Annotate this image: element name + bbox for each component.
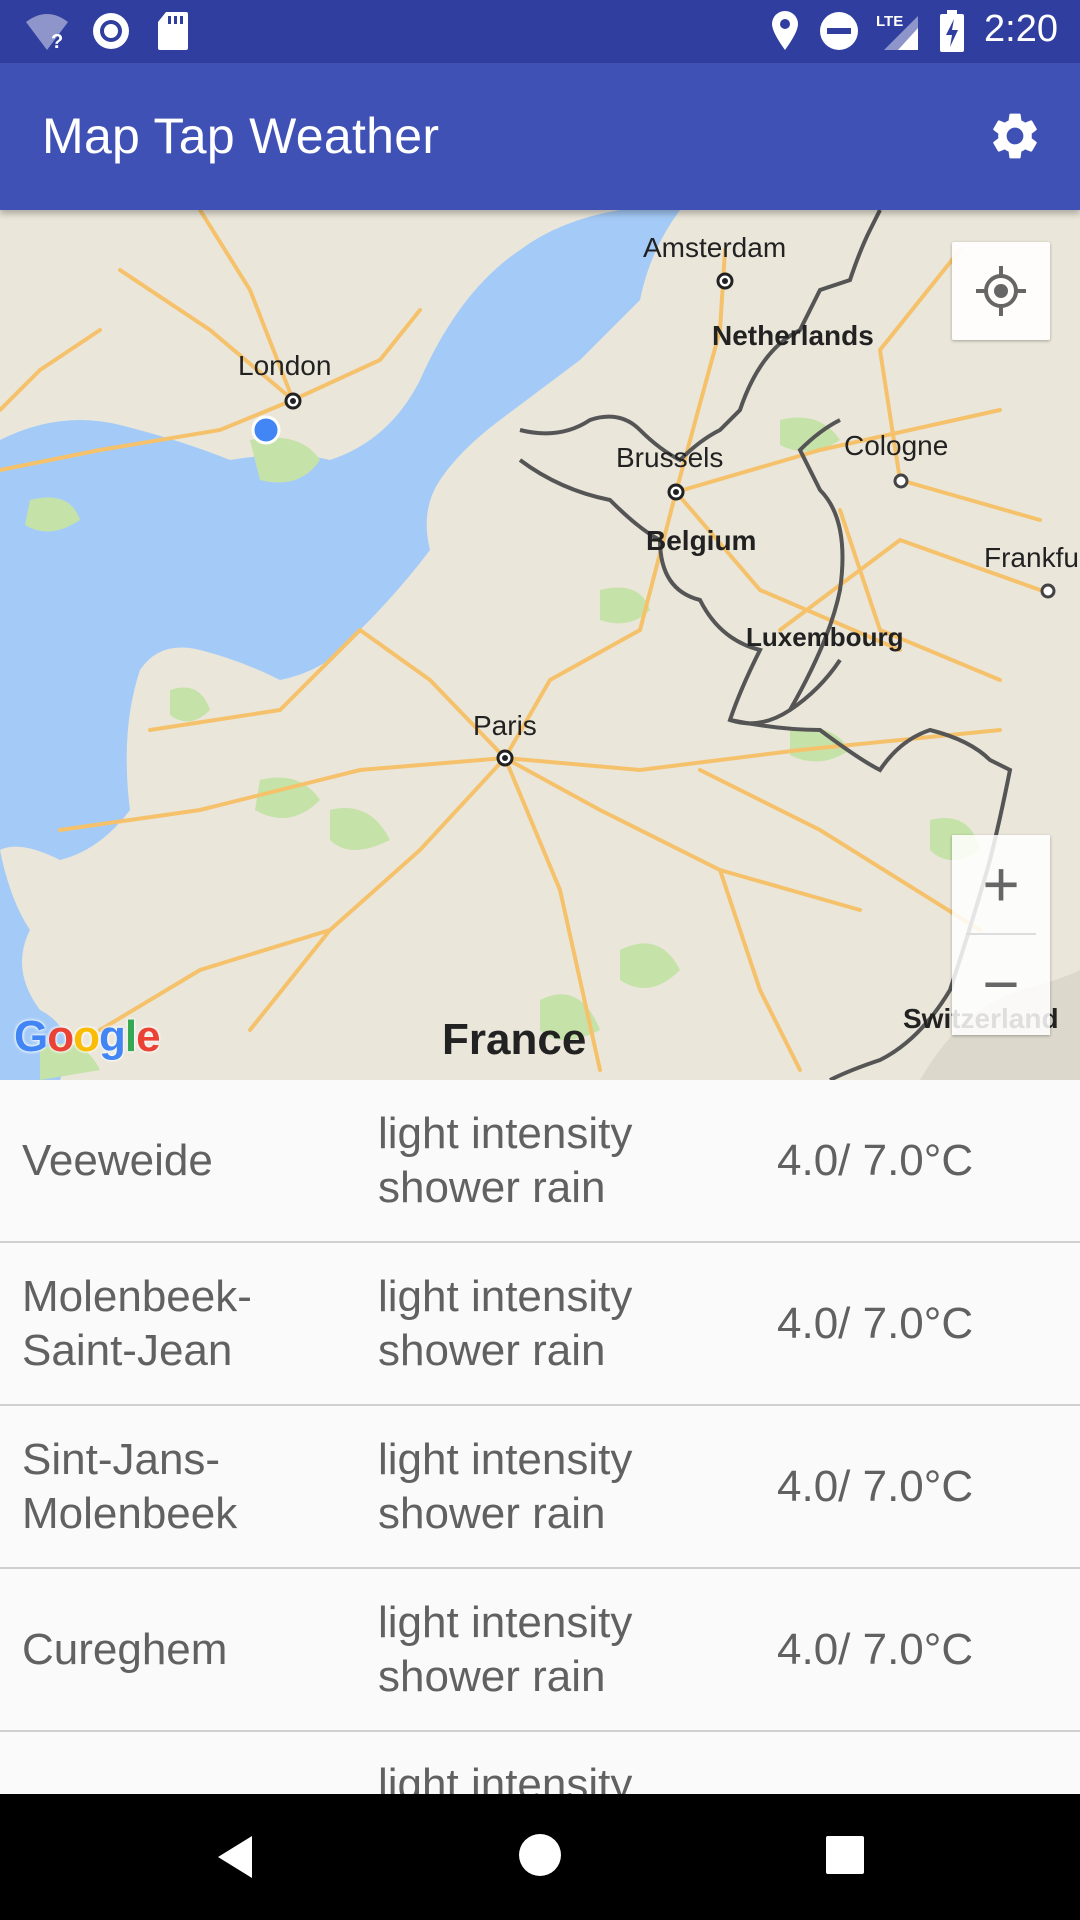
temperature-range: 4.0/ 7.0°C (777, 1461, 974, 1511)
zoom-controls: + − (952, 835, 1050, 1035)
crosshair-icon (976, 266, 1026, 316)
temperature-range: 4.0/ 7.0°C (777, 1298, 974, 1348)
list-item[interactable]: Veeweide light intensity shower rain 4.0… (0, 1080, 1080, 1243)
weather-description: light intensity shower rain (378, 1597, 633, 1701)
map-label-paris: Paris (473, 710, 537, 741)
temperature-range (777, 1732, 1067, 1794)
weather-description: light intensity shower rain (378, 1434, 633, 1538)
do-not-disturb-icon (820, 12, 858, 50)
current-location-marker (251, 415, 281, 445)
google-logo: Google (14, 1012, 161, 1061)
recents-square-icon[interactable] (824, 1834, 866, 1876)
my-location-button[interactable] (952, 242, 1050, 340)
city-name: Cureghem (22, 1624, 228, 1674)
app-bar: Map Tap Weather (0, 63, 1080, 210)
temperature-range: 4.0/ 7.0°C (777, 1624, 974, 1674)
zoom-in-button[interactable]: + (952, 835, 1050, 933)
map-label-cologne: Cologne (844, 430, 949, 461)
sd-card-icon (158, 12, 188, 50)
city-name: Molenbeek-Saint-Jean (22, 1271, 252, 1375)
gear-icon (993, 113, 1037, 159)
map-label-netherlands: Netherlands (712, 320, 874, 351)
city-name (22, 1732, 362, 1794)
map-label-belgium: Belgium (646, 525, 757, 556)
city-name: Sint-Jans-Molenbeek (22, 1434, 238, 1538)
lte-signal-icon: LTE (876, 13, 918, 50)
map-view[interactable]: Amsterdam Netherlands London Brussels Co… (0, 210, 1080, 1080)
weather-description: light intensity shower rain (378, 1271, 633, 1375)
svg-text:?: ? (51, 31, 63, 52)
map-label-brussels: Brussels (616, 442, 724, 473)
list-item[interactable]: light intensity (0, 1732, 1080, 1794)
status-bar: ? LTE 2:20 (0, 0, 1080, 63)
map-label-amsterdam: Amsterdam (643, 232, 787, 263)
clock: 2:20 (984, 8, 1058, 50)
location-icon (772, 11, 798, 50)
weather-description: light intensity shower rain (378, 1108, 633, 1212)
city-name: Veeweide (22, 1135, 213, 1185)
weather-list[interactable]: Veeweide light intensity shower rain 4.0… (0, 1080, 1080, 1794)
back-triangle-icon[interactable] (212, 1832, 262, 1882)
map-label-france: France (442, 1015, 587, 1064)
zoom-out-button[interactable]: − (952, 935, 1050, 1033)
map-label-london: London (238, 350, 332, 381)
home-circle-icon[interactable] (517, 1832, 563, 1878)
temperature-range: 4.0/ 7.0°C (777, 1135, 974, 1185)
navigation-bar (0, 1794, 1080, 1920)
sync-icon (93, 13, 129, 49)
map-label-luxembourg: Luxembourg (746, 622, 904, 652)
map-canvas (0, 210, 1080, 1080)
battery-charging-icon (940, 10, 964, 52)
weather-description: light intensity (378, 1760, 633, 1794)
app-title: Map Tap Weather (42, 108, 440, 164)
settings-button[interactable] (980, 101, 1050, 171)
wifi-question-icon: ? (26, 14, 68, 52)
list-item[interactable]: Cureghem light intensity shower rain 4.0… (0, 1569, 1080, 1732)
map-label-frankfurt: Frankfu (984, 542, 1079, 573)
svg-text:LTE: LTE (876, 13, 903, 30)
list-item[interactable]: Molenbeek-Saint-Jean light intensity sho… (0, 1243, 1080, 1406)
list-item[interactable]: Sint-Jans-Molenbeek light intensity show… (0, 1406, 1080, 1569)
